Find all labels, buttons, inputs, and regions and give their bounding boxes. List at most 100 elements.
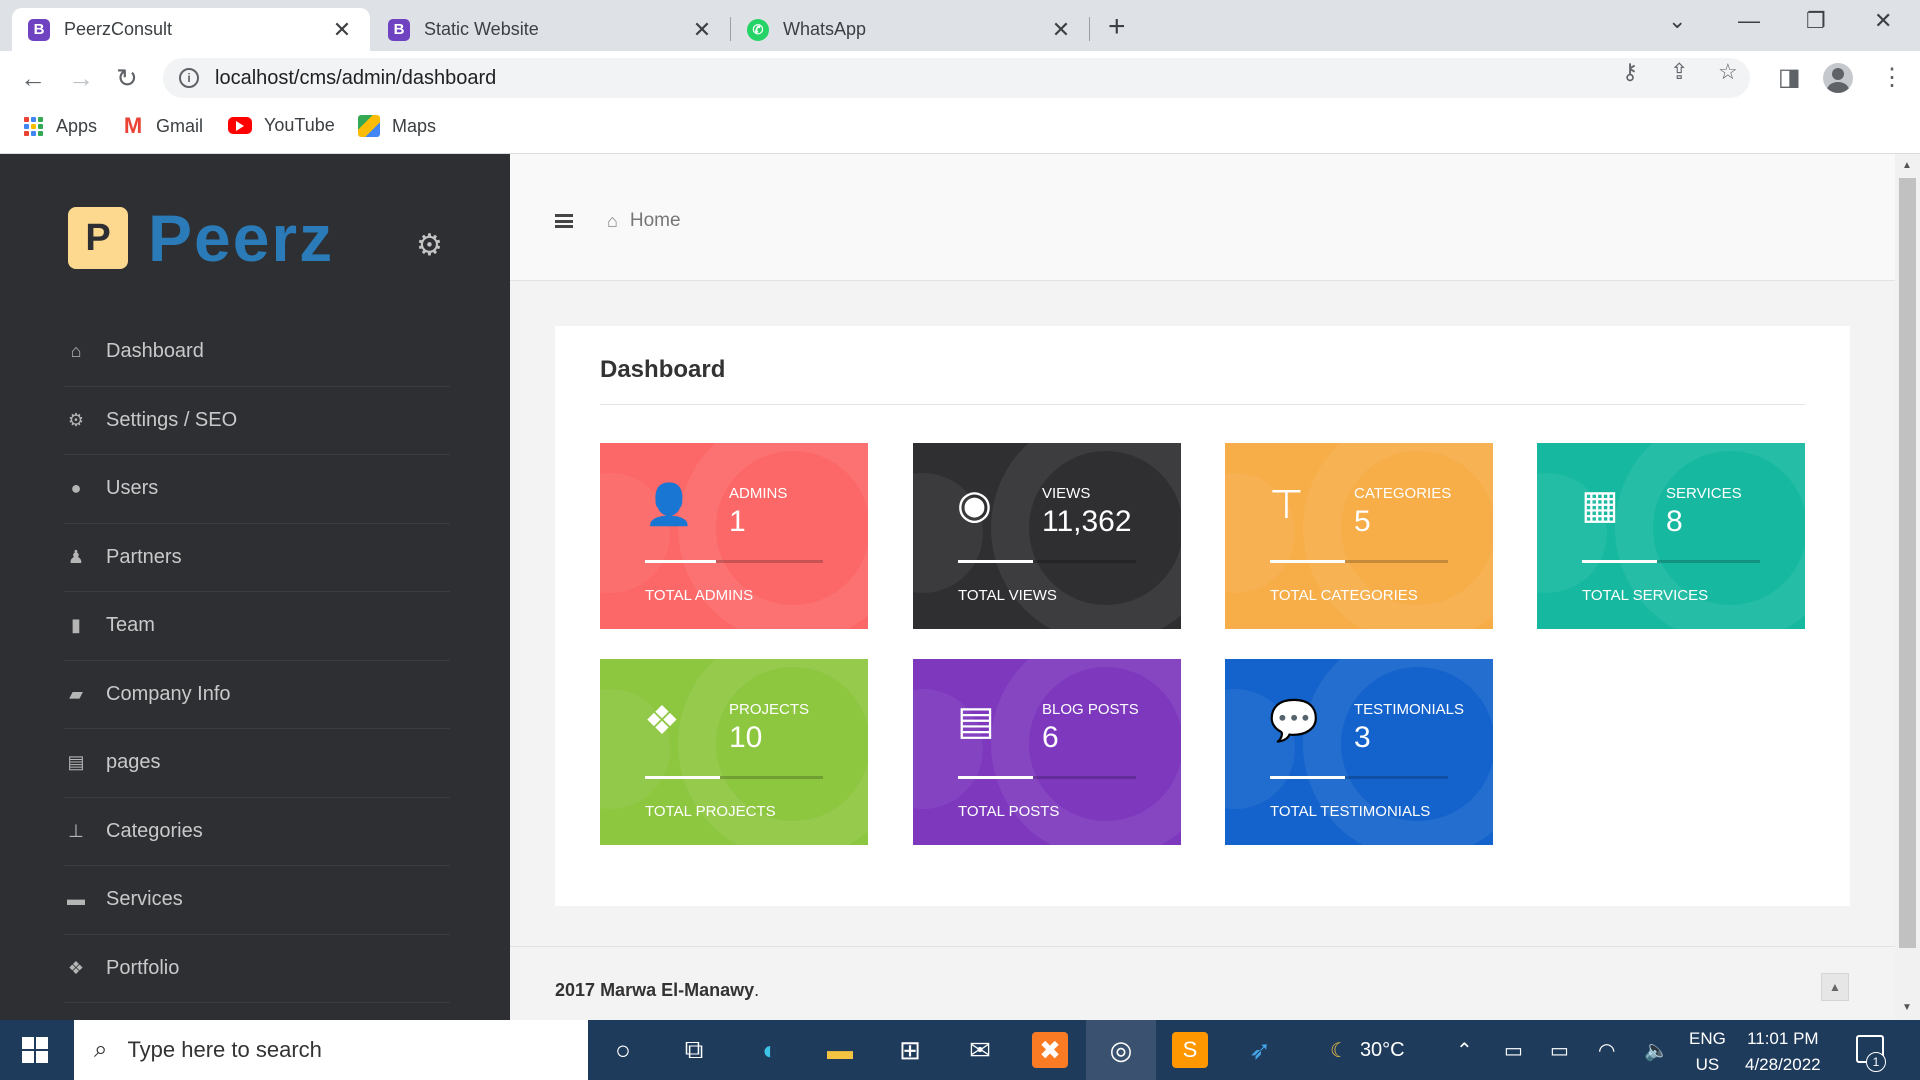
- page-scrollbar[interactable]: ▲ ▼: [1895, 154, 1920, 1020]
- stat-card-testimonials[interactable]: 💬 TESTIMONIALS 3 TOTAL TESTIMONIALS: [1225, 659, 1493, 845]
- clock-date: 4/28/2022: [1745, 1055, 1821, 1074]
- breadcrumb-home[interactable]: Home: [630, 210, 681, 232]
- xampp-icon[interactable]: ✖: [1032, 1032, 1068, 1068]
- bookmark-youtube[interactable]: YouTube: [228, 115, 335, 136]
- tab-search-chevron-icon[interactable]: ⌄: [1668, 8, 1686, 34]
- stat-card-projects[interactable]: ❖ PROJECTS 10 TOTAL PROJECTS: [600, 659, 868, 845]
- hamburger-menu-icon[interactable]: [555, 214, 573, 228]
- whatsapp-icon: ✆: [747, 18, 769, 41]
- sidebar-item-team[interactable]: ▮ Team: [64, 592, 450, 661]
- card-footer: TOTAL PROJECTS: [645, 803, 776, 820]
- card-progress-fill: [1270, 560, 1345, 563]
- user-icon: 👤: [644, 483, 694, 527]
- task-view-icon[interactable]: ⧉: [676, 1032, 712, 1068]
- reload-icon[interactable]: ↻: [116, 63, 138, 94]
- tab-static-website[interactable]: B Static Website ✕: [372, 8, 730, 51]
- new-tab-plus-icon[interactable]: +: [1108, 10, 1126, 44]
- bookmark-label: YouTube: [264, 115, 335, 135]
- minimize-icon[interactable]: —: [1738, 8, 1760, 34]
- users-icon: ●: [70, 478, 82, 499]
- sidebar-item-services[interactable]: ▬ Services: [64, 866, 450, 935]
- back-arrow-icon[interactable]: ←: [20, 63, 46, 94]
- bookmark-star-icon[interactable]: ☆: [1718, 59, 1738, 85]
- sidebar-item-users[interactable]: ● Users: [64, 455, 450, 524]
- copyright-author[interactable]: Marwa El-Manawy: [600, 980, 754, 1000]
- sidebar-item-portfolio[interactable]: ❖ Portfolio: [64, 935, 450, 1003]
- card-footer: TOTAL TESTIMONIALS: [1270, 803, 1431, 820]
- card-label: CATEGORIES: [1354, 485, 1452, 502]
- scroll-to-top-button[interactable]: ▲: [1821, 973, 1849, 1001]
- cubes-icon: ❖: [644, 699, 680, 743]
- apps-grid-icon: [22, 115, 44, 137]
- top-header: ⌂ Home: [510, 154, 1895, 281]
- briefcase-icon: ▬: [67, 889, 85, 910]
- file-explorer-icon[interactable]: ▬: [822, 1032, 858, 1068]
- close-icon[interactable]: ✕: [1049, 17, 1073, 43]
- bookmark-maps[interactable]: Maps: [358, 115, 436, 137]
- breadcrumb: ⌂ Home: [607, 210, 681, 232]
- meet-now-icon[interactable]: ▭: [1504, 1020, 1523, 1080]
- sidebar-item-dashboard[interactable]: ⌂ Dashboard: [64, 318, 450, 387]
- share-icon[interactable]: ⇪: [1670, 59, 1688, 85]
- kebab-menu-icon[interactable]: ⋮: [1880, 63, 1904, 92]
- language-indicator[interactable]: ENG US: [1689, 1026, 1726, 1078]
- sidebar-item-settings-seo[interactable]: ⚙ Settings / SEO: [64, 387, 450, 455]
- scroll-up-arrow-icon[interactable]: ▲: [1902, 160, 1912, 171]
- site-info-icon[interactable]: i: [179, 68, 199, 88]
- address-bar[interactable]: i localhost/cms/admin/dashboard: [163, 58, 1750, 98]
- weather-widget[interactable]: ☾ 30°C: [1330, 1020, 1405, 1080]
- tray-chevron-up-icon[interactable]: ⌃: [1456, 1020, 1473, 1080]
- card-progress-track: [958, 560, 1136, 563]
- card-label: BLOG POSTS: [1042, 701, 1139, 718]
- battery-icon[interactable]: ▭: [1550, 1020, 1569, 1080]
- tab-peerzconsult[interactable]: B PeerzConsult ✕: [12, 8, 370, 51]
- card-value: 3: [1354, 721, 1371, 754]
- store-icon[interactable]: ⊞: [892, 1032, 928, 1068]
- side-panel-icon[interactable]: ◨: [1778, 63, 1801, 92]
- stat-card-categories[interactable]: ⊤ CATEGORIES 5 TOTAL CATEGORIES: [1225, 443, 1493, 629]
- sidebar-item-company-info[interactable]: ▰ Company Info: [64, 661, 450, 729]
- sublime-text-icon[interactable]: S: [1172, 1032, 1208, 1068]
- brand-logo[interactable]: P Peerz: [68, 200, 334, 276]
- stat-card-admins[interactable]: 👤 ADMINS 1 TOTAL ADMINS: [600, 443, 868, 629]
- stat-card-services[interactable]: ▦ SERVICES 8 TOTAL SERVICES: [1537, 443, 1805, 629]
- mysql-dolphin-icon[interactable]: ➶: [1242, 1032, 1278, 1068]
- window-close-icon[interactable]: ✕: [1874, 8, 1892, 34]
- tab-whatsapp[interactable]: ✆ WhatsApp ✕: [731, 8, 1089, 51]
- sidebar-item-categories[interactable]: ⊥ Categories: [64, 798, 450, 866]
- restore-icon[interactable]: ❐: [1806, 8, 1826, 34]
- gear-icon[interactable]: ⚙: [416, 228, 443, 263]
- bookmark-gmail[interactable]: M Gmail: [122, 113, 203, 138]
- volume-icon[interactable]: 🔈: [1644, 1020, 1669, 1080]
- card-label: PROJECTS: [729, 701, 810, 718]
- dashboard-panel: Dashboard 👤 ADMINS 1 TOTAL ADMINS ◉ VIEW…: [555, 326, 1850, 906]
- mail-icon[interactable]: ✉: [962, 1032, 998, 1068]
- profile-avatar[interactable]: [1823, 63, 1853, 93]
- gmail-icon: M: [123, 113, 143, 138]
- taskbar-search-input[interactable]: ⌕ Type here to search: [74, 1020, 588, 1080]
- forward-arrow-icon[interactable]: →: [68, 63, 94, 94]
- region-code: US: [1695, 1055, 1720, 1074]
- close-icon[interactable]: ✕: [330, 17, 354, 43]
- url-text[interactable]: localhost/cms/admin/dashboard: [215, 67, 496, 90]
- cortana-icon[interactable]: ○: [605, 1032, 641, 1068]
- sidebar-item-pages[interactable]: ▤ pages: [64, 729, 450, 798]
- edge-icon[interactable]: ◐: [752, 1032, 788, 1068]
- scroll-down-arrow-icon[interactable]: ▼: [1902, 1002, 1912, 1013]
- wifi-icon[interactable]: ◠: [1598, 1020, 1615, 1080]
- card-progress-track: [1270, 776, 1448, 779]
- stat-card-blog-posts[interactable]: ▤ BLOG POSTS 6 TOTAL POSTS: [913, 659, 1181, 845]
- copyright-suffix: .: [754, 980, 760, 1000]
- sidebar-item-label: pages: [106, 751, 161, 774]
- key-icon[interactable]: ⚷: [1622, 59, 1638, 85]
- card-progress-track: [645, 560, 823, 563]
- chrome-icon[interactable]: ◎: [1086, 1020, 1156, 1080]
- page-footer: 2017 Marwa El-Manawy. ▲: [510, 946, 1895, 1020]
- system-clock[interactable]: 11:01 PM 4/28/2022: [1745, 1026, 1821, 1078]
- stat-card-views[interactable]: ◉ VIEWS 11,362 TOTAL VIEWS: [913, 443, 1181, 629]
- sidebar-item-partners[interactable]: ♟ Partners: [64, 524, 450, 592]
- windows-start-icon[interactable]: [22, 1037, 48, 1063]
- close-icon[interactable]: ✕: [690, 17, 714, 43]
- bookmark-apps[interactable]: Apps: [22, 115, 97, 137]
- scrollbar-thumb[interactable]: [1899, 178, 1916, 948]
